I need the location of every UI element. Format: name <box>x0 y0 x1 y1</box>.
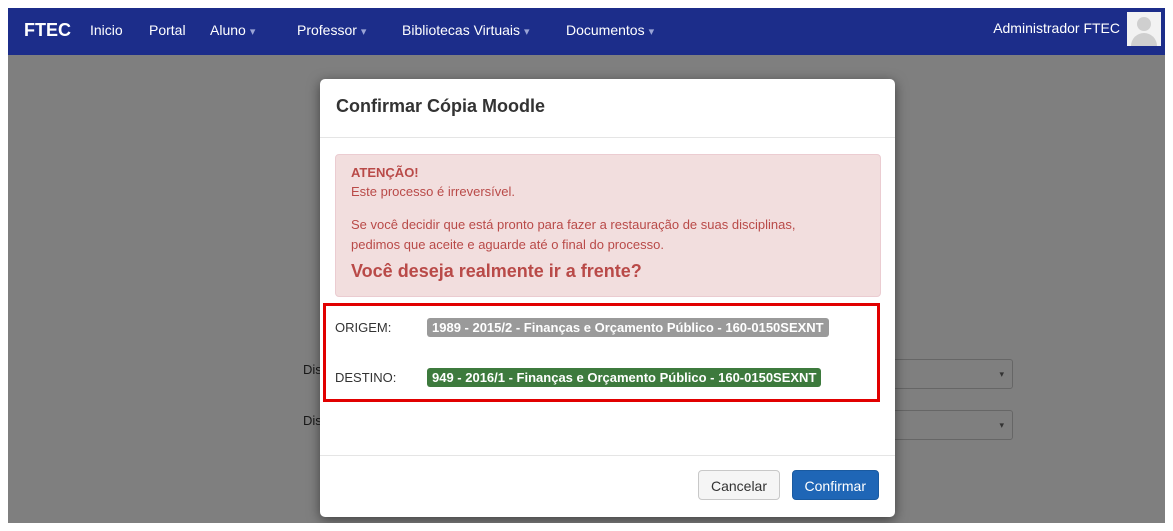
nav-item-portal[interactable]: Portal <box>149 22 186 38</box>
nav-item-label: Portal <box>149 22 186 38</box>
user-avatar-icon[interactable] <box>1127 12 1161 46</box>
nav-item-inicio[interactable]: Inicio <box>90 22 123 38</box>
modal-header: Confirmar Cópia Moodle <box>320 79 895 138</box>
caret-down-icon: ▾ <box>524 26 530 38</box>
alert-text: Se você decidir que está pronto para faz… <box>351 217 796 232</box>
nav-item-label: Aluno <box>210 22 246 38</box>
modal-title: Confirmar Cópia Moodle <box>336 96 546 116</box>
top-navbar: FTEC Inicio Portal Aluno ▾ Professor ▾ Bib… <box>8 8 1165 55</box>
alert-text: pedimos que aceite e aguarde até o final… <box>351 237 664 252</box>
app-frame: FTEC Inicio Portal Aluno ▾ Professor ▾ Bib… <box>8 8 1165 523</box>
warning-alert: ATENÇÃO! Este processo é irreversível. S… <box>335 154 881 297</box>
nav-item-label: Bibliotecas Virtuais <box>402 22 521 38</box>
modal-footer: Cancelar Confirmar <box>320 455 895 518</box>
user-menu[interactable]: Administrador FTEC <box>993 20 1120 36</box>
destino-label: DESTINO: <box>335 370 397 385</box>
nav-item-professor[interactable]: Professor ▾ <box>297 22 366 38</box>
destino-badge: 949 - 2016/1 - Finanças e Orçamento Públ… <box>427 368 822 387</box>
alert-question: Você deseja realmente ir a frente? <box>351 261 642 281</box>
caret-down-icon: ▾ <box>360 26 367 38</box>
origem-badge: 1989 - 2015/2 - Finanças e Orçamento Púb… <box>427 318 829 337</box>
nav-item-documentos[interactable]: Documentos ▾ <box>566 22 654 38</box>
avatar-body-shape <box>1131 33 1157 46</box>
confirm-copy-modal: Confirmar Cópia Moodle ATENÇÃO! Este pro… <box>320 79 895 517</box>
origem-label: ORIGEM: <box>335 320 392 335</box>
caret-down-icon: ▾ <box>249 26 256 38</box>
nav-item-label: Documentos <box>566 22 645 38</box>
caret-down-icon: ▾ <box>648 26 655 38</box>
nav-item-label: Professor <box>297 22 357 38</box>
nav-item-aluno[interactable]: Aluno ▾ <box>210 22 255 38</box>
confirm-button[interactable]: Confirmar <box>791 470 879 500</box>
nav-item-label: Inicio <box>90 22 123 38</box>
cancel-button[interactable]: Cancelar <box>697 470 780 500</box>
brand-logo[interactable]: FTEC <box>24 20 71 41</box>
alert-title: ATENÇÃO! <box>351 165 419 180</box>
nav-item-bibliotecas-virtuais[interactable]: Bibliotecas Virtuais ▾ <box>402 22 530 38</box>
avatar-head-shape <box>1137 17 1151 31</box>
alert-text: Este processo é irreversível. <box>351 184 516 199</box>
